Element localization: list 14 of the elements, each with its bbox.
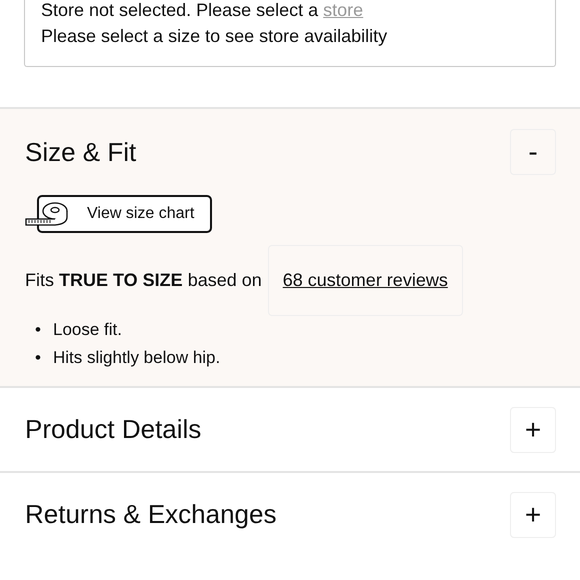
toggle-button[interactable]: - (510, 129, 556, 175)
fit-bullet: Loose fit. (53, 319, 122, 341)
section-title: Product Details (25, 414, 202, 445)
toggle-button[interactable]: + (510, 492, 556, 538)
bullet-marker: • (35, 319, 42, 341)
store-notice-text: Store not selected. Please select a store (41, 0, 364, 20)
section-title: Returns & Exchanges (25, 499, 276, 530)
fit-summary-text: Fits TRUE TO SIZE based on (25, 270, 262, 291)
reviews-link[interactable]: 68 customer reviews (268, 245, 463, 316)
section-title: Size & Fit (25, 136, 136, 168)
toggle-button[interactable]: + (510, 406, 556, 452)
fit-bullet: Hits slightly below hip. (53, 347, 220, 369)
availability-hint-text: Please select a size to see store availability (41, 25, 388, 48)
bullet-marker: • (35, 347, 42, 369)
